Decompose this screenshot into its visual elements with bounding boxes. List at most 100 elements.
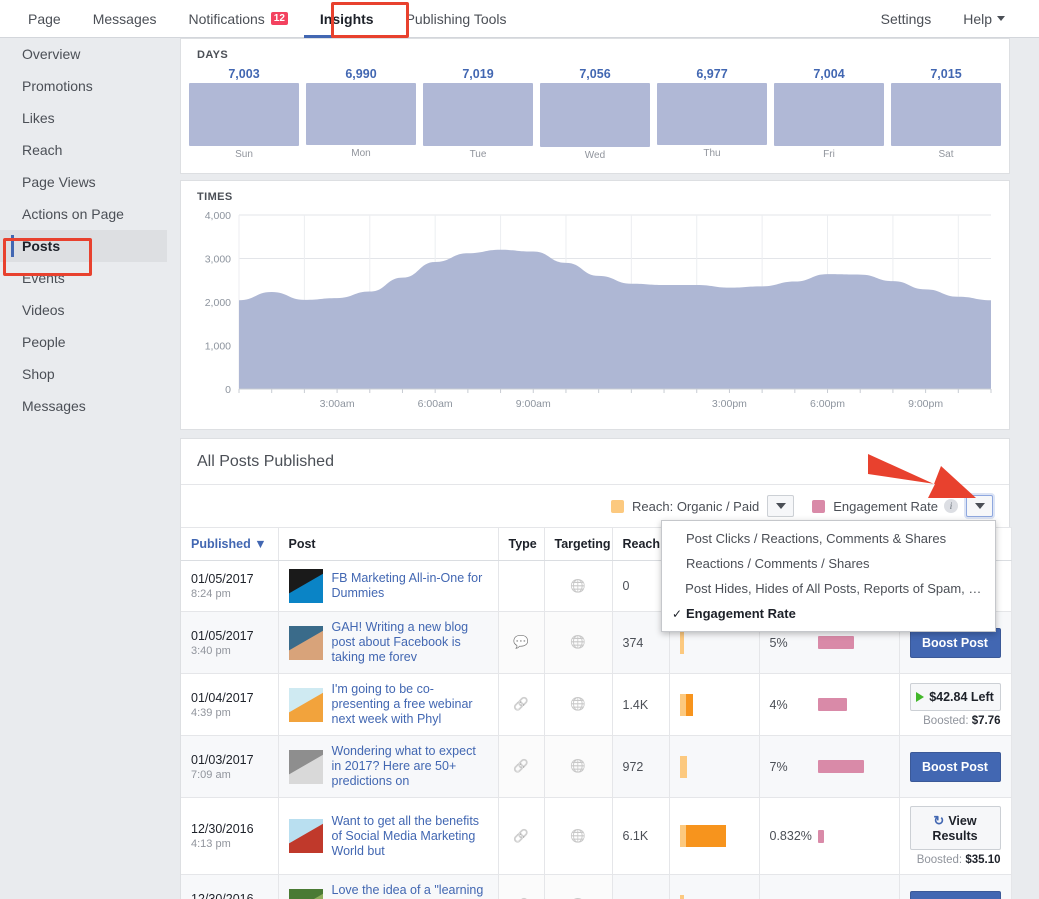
play-icon (916, 691, 925, 702)
reach-bar-stack (679, 755, 749, 778)
day-bar-value: 7,019 (462, 67, 494, 81)
post-thumbnail[interactable] (288, 687, 323, 722)
post-thumbnail[interactable] (288, 819, 323, 853)
dropdown-menu-item[interactable]: Reactions / Comments / Shares (662, 551, 995, 576)
dropdown-menu-item[interactable]: Post Clicks / Reactions, Comments & Shar… (662, 526, 995, 551)
cell-published: 01/05/2017 3:40 pm (181, 611, 279, 674)
x-axis-tick-label: 6:00pm (810, 398, 845, 410)
tab-notifications[interactable]: Notifications 12 (173, 0, 304, 38)
column-header-post[interactable]: Post (278, 527, 499, 561)
all-posts-published-panel: All Posts Published Reach: Organic / Pai… (180, 438, 1012, 899)
dropdown-menu-item[interactable]: ✓ Engagement Rate (662, 601, 995, 626)
post-thumbnail[interactable] (288, 625, 323, 660)
times-chart-card: TIMES 0 1,000 2,000 3,000 4,000 3:00am 6:00am 9… (180, 180, 1010, 430)
post-cell: Want to get all the benefits of Social M… (288, 814, 488, 859)
sidebar-item-people[interactable]: People (0, 326, 167, 358)
sidebar-item-page-views[interactable]: Page Views (0, 166, 167, 198)
tab-page[interactable]: Page (12, 0, 77, 38)
column-header-post-label: Post (288, 537, 316, 551)
reach-bar-stack (679, 825, 749, 847)
post-message-link[interactable]: Love the idea of a "learning plan" for t… (332, 883, 488, 899)
cell-post: Love the idea of a "learning plan" for t… (278, 874, 499, 899)
sidebar-item-likes[interactable]: Likes (0, 102, 167, 134)
cell-post: FB Marketing All-in-One for Dummies (278, 560, 499, 612)
tab-insights[interactable]: Insights (303, 0, 390, 38)
reach-metric-dropdown-button[interactable] (767, 495, 795, 517)
table-row[interactable]: 01/04/2017 4:39 pm I'm going to be co-pres… (181, 673, 1012, 736)
column-header-targeting[interactable]: Targeting (544, 527, 613, 561)
table-row[interactable]: 12/30/20168:48 am Love the idea of a "lea… (181, 874, 1012, 899)
sidebar-item-reach[interactable]: Reach (0, 134, 167, 166)
engagement-metric-dropdown-button[interactable] (966, 495, 993, 517)
boost-post-button[interactable]: Boost Post (909, 751, 1001, 782)
top-nav-left-group: Page Messages Notifications 12 Insights … (0, 0, 523, 38)
day-bar-label: Mon (351, 148, 371, 160)
globe-icon: 🌐 (544, 560, 613, 612)
info-icon[interactable]: i (944, 499, 958, 513)
boosted-amount: $7.76 (971, 714, 1001, 727)
x-axis-tick-label: 6:00am (418, 398, 453, 410)
reach-paid-bar (685, 693, 693, 716)
day-bar-column: 7,004 Fri (774, 65, 884, 169)
sidebar-item-overview[interactable]: Overview (0, 38, 167, 70)
sidebar-item-videos[interactable]: Videos (0, 294, 167, 326)
sidebar-item-actions-on-page[interactable]: Actions on Page (0, 198, 167, 230)
table-row[interactable]: 12/30/2016 4:13 pm Want to get all the ben… (181, 797, 1012, 875)
boost-post-button[interactable]: Boost Post (909, 627, 1001, 658)
engagement-rate-bar (817, 760, 864, 773)
nav-settings[interactable]: Settings (865, 0, 948, 38)
engagement-metric-dropdown-menu[interactable]: Post Clicks / Reactions, Comments & Shar… (661, 520, 996, 632)
boosted-amount-note: Boosted: $35.10 (910, 854, 1001, 866)
view-results-button[interactable]: ↻ View Results (909, 806, 1001, 850)
sidebar-item-posts[interactable]: Posts (0, 230, 167, 262)
reach-bar-stack (679, 693, 749, 716)
day-bar (306, 83, 416, 146)
sidebar-item-promotions[interactable]: Promotions (0, 70, 167, 102)
day-bar (657, 83, 767, 145)
dropdown-menu-item[interactable]: Post Hides, Hides of All Posts, Reports … (662, 576, 995, 601)
column-header-type[interactable]: Type (498, 527, 545, 561)
post-cell: Love the idea of a "learning plan" for t… (288, 883, 488, 899)
column-header-reach-label: Reach (622, 537, 661, 551)
post-thumbnail[interactable] (288, 569, 323, 603)
tab-messages[interactable]: Messages (77, 0, 173, 38)
cell-reach-bar (669, 797, 760, 875)
days-chart-title: DAYS (197, 49, 229, 61)
post-date: 01/03/2017 (191, 752, 254, 767)
column-header-published[interactable]: Published ▼ (181, 527, 279, 561)
post-message-link[interactable]: Want to get all the benefits of Social M… (332, 814, 488, 859)
day-bar-label: Sun (235, 148, 253, 160)
cell-post: Want to get all the benefits of Social M… (278, 797, 499, 875)
post-date: 12/30/2016 (191, 891, 254, 899)
sidebar-item-label: People (22, 334, 66, 350)
cell-promote-action: Boost Post (899, 874, 1012, 899)
cell-published: 01/05/2017 8:24 pm (181, 560, 279, 612)
y-axis-tick-label: 4,000 (205, 210, 231, 222)
post-message-link[interactable]: I'm going to be co-presenting a free web… (332, 682, 488, 727)
table-row[interactable]: 01/03/2017 7:09 am Wondering what to expec… (181, 735, 1012, 798)
post-message-link[interactable]: GAH! Writing a new blog post about Faceb… (332, 620, 488, 665)
sidebar-item-shop[interactable]: Shop (0, 358, 167, 390)
budget-left-button[interactable]: $42.84 Left (909, 682, 1001, 711)
nav-help[interactable]: Help (947, 0, 1021, 38)
reach-organic-bar (679, 894, 684, 899)
post-message-link[interactable]: Wondering what to expect in 2017? Here a… (332, 744, 488, 789)
post-thumbnail[interactable] (288, 749, 323, 784)
engagement-rate-bar (817, 698, 847, 711)
tab-publishing-tools-label: Publishing Tools (405, 10, 507, 27)
times-chart-plot: 0 1,000 2,000 3,000 4,000 3:00am 6:00am 9:00am 3… (197, 209, 995, 421)
engagement-rate-value: 5% (769, 635, 788, 650)
nav-help-label: Help (963, 10, 992, 27)
link-icon: 🔗 (498, 673, 545, 736)
sidebar-item-events[interactable]: Events (0, 262, 167, 294)
cell-reach-bar (669, 874, 760, 899)
sidebar-item-messages[interactable]: Messages (0, 390, 167, 422)
boost-post-button[interactable]: Boost Post (909, 890, 1001, 899)
tab-publishing-tools[interactable]: Publishing Tools (390, 0, 523, 38)
post-message-link[interactable]: FB Marketing All-in-One for Dummies (332, 571, 488, 601)
engagement-cell: 4% (770, 698, 889, 712)
post-thumbnail[interactable] (288, 888, 323, 899)
times-chart-title: TIMES (197, 191, 233, 203)
tab-notifications-label: Notifications (188, 10, 265, 27)
cell-engagement-rate: 4% (759, 673, 900, 736)
